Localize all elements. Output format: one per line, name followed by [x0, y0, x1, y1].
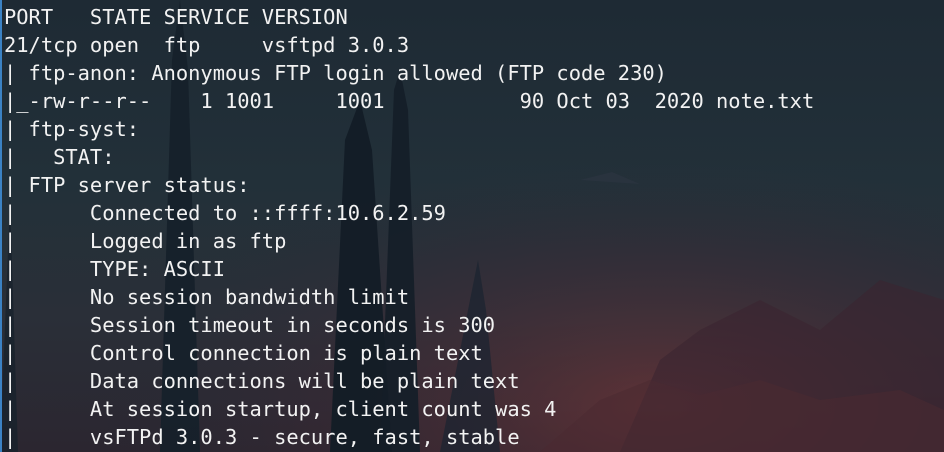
output-line: | Connected to ::ffff:10.6.2.59	[4, 201, 446, 225]
output-line: | At session startup, client count was 4	[4, 397, 557, 421]
terminal-output[interactable]: PORT STATE SERVICE VERSION 21/tcp open f…	[4, 3, 814, 451]
output-line: | STAT:	[4, 145, 127, 169]
output-line: | TYPE: ASCII	[4, 257, 225, 281]
output-line: |_-rw-r--r-- 1 1001 1001 90 Oct 03 2020 …	[4, 89, 815, 113]
terminal-window[interactable]: PORT STATE SERVICE VERSION 21/tcp open f…	[0, 0, 944, 452]
output-line: PORT STATE SERVICE VERSION	[4, 5, 348, 29]
output-line: | vsFTPd 3.0.3 - secure, fast, stable	[4, 425, 520, 449]
output-line: | ftp-anon: Anonymous FTP login allowed …	[4, 61, 667, 85]
output-line: | FTP server status:	[4, 173, 250, 197]
output-line: | No session bandwidth limit	[4, 285, 410, 309]
output-line: | ftp-syst:	[4, 117, 152, 141]
output-line: | Control connection is plain text	[4, 341, 483, 365]
output-line: | Data connections will be plain text	[4, 369, 520, 393]
output-line: | Logged in as ftp	[4, 229, 287, 253]
output-line: 21/tcp open ftp vsftpd 3.0.3	[4, 33, 410, 57]
output-line: | Session timeout in seconds is 300	[4, 313, 496, 337]
terminal-left-border	[0, 0, 2, 452]
